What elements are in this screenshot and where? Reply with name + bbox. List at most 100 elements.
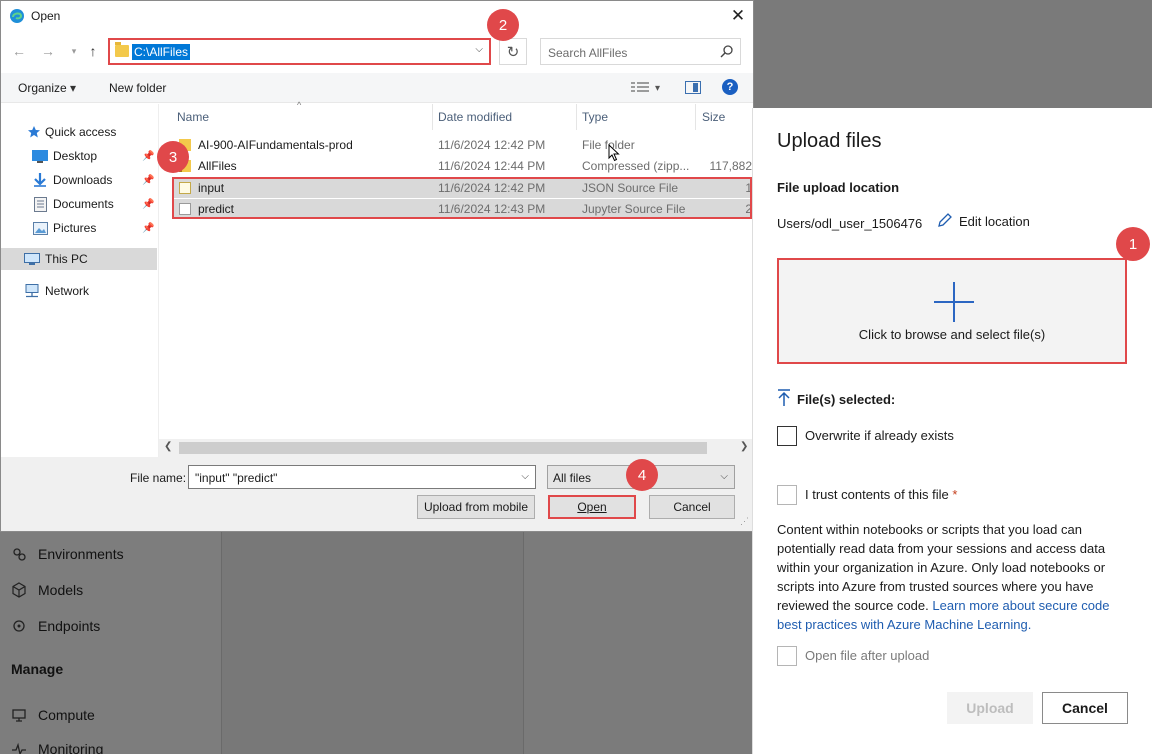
pin-icon[interactable]: 📌: [142, 175, 154, 186]
edit-location-button[interactable]: Edit location: [937, 212, 1030, 231]
dialog-titlebar: Open ✕: [1, 1, 753, 31]
column-header-size[interactable]: Size: [702, 104, 725, 130]
column-divider[interactable]: [576, 104, 577, 130]
column-header-date[interactable]: Date modified: [438, 104, 512, 130]
open-after-upload-checkbox[interactable]: [777, 646, 797, 666]
location-path: Users/odl_user_1506476: [777, 216, 923, 231]
file-drop-zone[interactable]: Click to browse and select file(s): [777, 258, 1127, 364]
nav-endpoints[interactable]: Endpoints: [10, 614, 100, 638]
folder-icon: [115, 42, 129, 57]
open-after-upload-label: Open file after upload: [805, 648, 930, 663]
sidebar-item-downloads[interactable]: Downloads 📌: [1, 169, 157, 191]
file-name-value[interactable]: "input" "predict": [195, 471, 277, 485]
pencil-icon: [937, 212, 953, 231]
file-name: AllFiles: [198, 159, 237, 173]
back-arrow-icon[interactable]: ←: [10, 41, 28, 61]
upload-button[interactable]: Upload: [947, 692, 1033, 724]
pin-icon[interactable]: 📌: [142, 151, 154, 162]
column-header-type[interactable]: Type: [582, 104, 608, 130]
file-row[interactable]: AllFiles 11/6/2024 12:44 PM Compressed (…: [173, 156, 753, 176]
panel-cancel-label: Cancel: [1062, 700, 1108, 716]
file-name-field[interactable]: "input" "predict" ⌵: [188, 465, 536, 489]
file-date: 11/6/2024 12:44 PM: [438, 159, 546, 173]
chevron-down-icon[interactable]: ⌵: [720, 471, 728, 482]
open-button[interactable]: Open: [548, 495, 636, 519]
horizontal-scrollbar[interactable]: ❮ ❯: [159, 439, 753, 457]
upload-from-mobile-button[interactable]: Upload from mobile: [417, 495, 535, 519]
step-badge: 3: [157, 141, 189, 173]
scroll-left-icon[interactable]: ❮: [164, 441, 172, 452]
step-badge: 2: [487, 9, 519, 41]
nav-environments[interactable]: Environments: [10, 542, 124, 566]
resize-grip-icon[interactable]: ⋰: [740, 516, 749, 527]
column-divider[interactable]: [695, 104, 696, 130]
edge-browser-icon: [9, 8, 25, 24]
chevron-down-icon[interactable]: ⌵: [475, 44, 483, 55]
step-badge: 4: [626, 459, 658, 491]
chevron-down-icon[interactable]: ⌵: [521, 471, 529, 482]
sidebar-item-documents[interactable]: Documents 📌: [1, 193, 157, 215]
sidebar-item-quick-access[interactable]: Quick access: [1, 121, 157, 143]
forward-arrow-icon[interactable]: →: [39, 41, 57, 61]
mouse-cursor-icon: [608, 143, 620, 165]
nav-models[interactable]: Models: [10, 578, 83, 602]
sidebar-item-label: Quick access: [45, 125, 117, 139]
search-box[interactable]: Search AllFiles: [540, 38, 741, 65]
column-header-name[interactable]: Name: [177, 104, 209, 130]
background-column: [222, 530, 524, 754]
overwrite-checkbox[interactable]: [777, 426, 797, 446]
cancel-button[interactable]: Cancel: [649, 495, 735, 519]
endpoints-icon: [10, 617, 28, 635]
pictures-icon: [32, 221, 48, 235]
documents-icon: [32, 196, 48, 212]
search-icon: [720, 44, 734, 61]
pin-icon[interactable]: 📌: [142, 199, 154, 210]
upload-files-panel: Upload files File upload location Users/…: [752, 108, 1152, 754]
view-options-icon[interactable]: ▾: [631, 81, 665, 95]
trust-checkbox[interactable]: [777, 485, 797, 505]
up-arrow-icon[interactable]: ↑: [84, 41, 102, 61]
left-nav: Environments Models Endpoints Manage Com…: [0, 530, 222, 754]
upload-button-label: Upload: [966, 700, 1014, 716]
sidebar-item-label: Downloads: [53, 173, 113, 187]
recent-locations-chevron-icon[interactable]: ▾: [65, 41, 83, 61]
files-selected-label: File(s) selected:: [797, 392, 896, 407]
nav-monitoring[interactable]: Monitoring: [10, 737, 103, 754]
scrollbar-thumb[interactable]: [179, 442, 707, 454]
pin-icon[interactable]: 📌: [142, 223, 154, 234]
address-path[interactable]: C:\AllFiles: [132, 44, 191, 60]
background-column: [524, 530, 754, 754]
step-badge: 1: [1116, 227, 1150, 261]
file-row[interactable]: AI-900-AIFundamentals-prod 11/6/2024 12:…: [173, 135, 753, 155]
search-input[interactable]: Search AllFiles: [548, 46, 627, 60]
environments-icon: [10, 545, 28, 563]
file-type: Compressed (zipp...: [582, 159, 690, 173]
star-icon: [26, 125, 42, 139]
new-folder-button[interactable]: New folder: [109, 81, 166, 95]
panel-cancel-button[interactable]: Cancel: [1042, 692, 1128, 724]
monitoring-icon: [10, 740, 28, 754]
organize-menu[interactable]: Organize: [18, 81, 76, 95]
trust-label: I trust contents of this file *: [805, 487, 957, 502]
nav-compute[interactable]: Compute: [10, 703, 95, 727]
column-divider[interactable]: [432, 104, 433, 130]
preview-pane-icon[interactable]: [685, 81, 701, 94]
address-bar[interactable]: C:\AllFiles ⌵: [108, 38, 491, 65]
selection-highlight: [172, 177, 752, 219]
sidebar-item-network[interactable]: Network: [1, 280, 157, 302]
scroll-right-icon[interactable]: ❯: [740, 441, 748, 452]
sidebar-item-pictures[interactable]: Pictures 📌: [1, 217, 157, 239]
help-icon[interactable]: ?: [722, 79, 738, 95]
sidebar-item-label: Pictures: [53, 221, 97, 235]
file-name: AI-900-AIFundamentals-prod: [198, 138, 353, 152]
refresh-button[interactable]: ↻: [499, 38, 527, 65]
cancel-button-label: Cancel: [673, 500, 711, 514]
sidebar-item-this-pc[interactable]: This PC: [1, 248, 157, 270]
navigation-pane: Quick access Desktop 📌 Downloads 📌 Docum…: [1, 104, 159, 457]
file-date: 11/6/2024 12:42 PM: [438, 138, 546, 152]
sidebar-item-desktop[interactable]: Desktop 📌: [1, 145, 157, 167]
nav-endpoints-label: Endpoints: [38, 618, 101, 634]
file-name-label: File name:: [130, 471, 187, 485]
close-icon[interactable]: ✕: [727, 5, 749, 27]
dialog-title: Open: [31, 9, 61, 23]
